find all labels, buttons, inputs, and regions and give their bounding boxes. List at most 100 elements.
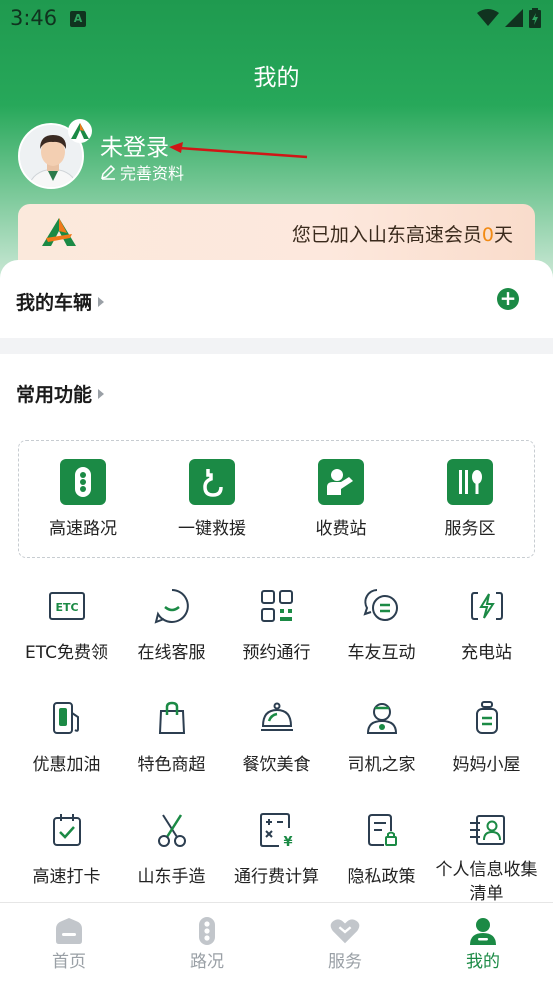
profile-header: 3:46 A 我的 未登录 完善资料 您已加入山东高速会员0天 xyxy=(0,0,553,300)
service-area-icon xyxy=(447,459,493,505)
feature-service-area[interactable]: 服务区 xyxy=(420,459,520,539)
feature-label: 高速路况 xyxy=(49,519,117,539)
privacy-doc-icon xyxy=(362,810,402,850)
charging-icon xyxy=(467,586,507,626)
function-label: 通行费计算 xyxy=(234,867,319,887)
bottom-tab-bar: 首页 路况 服务 我的 xyxy=(0,902,553,983)
tab-mine[interactable]: 我的 xyxy=(443,917,523,972)
function-customer-service[interactable]: 在线客服 xyxy=(119,586,224,663)
tab-label: 服务 xyxy=(328,952,362,972)
login-status[interactable]: 未登录 xyxy=(100,128,169,162)
function-charging[interactable]: 充电站 xyxy=(434,586,539,663)
function-label: 车友互动 xyxy=(347,643,416,663)
membership-suffix: 天 xyxy=(493,224,513,246)
heart-icon xyxy=(330,917,360,945)
function-checkin[interactable]: 高速打卡 xyxy=(14,810,119,887)
function-fuel[interactable]: 优惠加油 xyxy=(14,698,119,775)
svg-text:ETC: ETC xyxy=(55,601,78,614)
function-etc[interactable]: ETC ETC免费领 xyxy=(14,586,119,663)
brand-logo-icon xyxy=(42,218,76,246)
my-vehicles-section[interactable]: 我的车辆 + xyxy=(0,260,553,338)
traffic-light-icon xyxy=(192,917,222,945)
calculator-icon: ¥ xyxy=(257,810,297,850)
calendar-check-icon xyxy=(47,810,87,850)
feature-traffic[interactable]: 高速路况 xyxy=(33,459,133,539)
status-bar: 3:46 A xyxy=(0,0,553,38)
caret-right-icon xyxy=(98,296,105,307)
function-personal-info[interactable]: 个人信息收集清单 xyxy=(434,810,539,906)
membership-prefix: 您已加入山东高速会员 xyxy=(291,224,482,246)
common-functions-label: 常用功能 xyxy=(16,384,93,406)
function-label: 充电站 xyxy=(461,643,512,663)
function-toll-calculator[interactable]: ¥ 通行费计算 xyxy=(224,810,329,887)
chat-smile-icon xyxy=(152,586,192,626)
tab-label: 路况 xyxy=(190,952,224,972)
function-label: 特色商超 xyxy=(137,755,206,775)
function-label: 个人信息收集清单 xyxy=(435,860,538,904)
shopping-bag-icon xyxy=(152,698,192,738)
qr-code-icon xyxy=(257,586,297,626)
user-icon xyxy=(468,917,498,945)
function-label: 高速打卡 xyxy=(32,867,101,887)
complete-profile-label: 完善资料 xyxy=(120,164,185,183)
toll-station-icon xyxy=(318,459,364,505)
function-reservation[interactable]: 预约通行 xyxy=(224,586,329,663)
chat-bubbles-icon xyxy=(362,586,402,626)
feature-label: 收费站 xyxy=(315,519,367,539)
page-title: 我的 xyxy=(253,65,300,91)
function-food[interactable]: 餐饮美食 xyxy=(224,698,329,775)
function-label: 餐饮美食 xyxy=(242,755,311,775)
my-vehicles-label: 我的车辆 xyxy=(16,292,93,314)
tab-traffic[interactable]: 路况 xyxy=(167,917,247,972)
my-vehicles-title[interactable]: 我的车辆 xyxy=(16,288,105,315)
function-mother-room[interactable]: 妈妈小屋 xyxy=(434,698,539,775)
function-driver-home[interactable]: 司机之家 xyxy=(329,698,434,775)
common-functions-section: 常用功能 高速路况 一键救援 收费站 服务区 ETC ETC免费领 在线客服 预… xyxy=(0,354,553,904)
function-label: 山东手造 xyxy=(137,867,206,887)
function-label: 司机之家 xyxy=(347,755,416,775)
function-label: 妈妈小屋 xyxy=(452,755,521,775)
complete-profile-link[interactable]: 完善资料 xyxy=(100,160,184,184)
tab-label: 我的 xyxy=(466,952,500,972)
home-icon xyxy=(54,917,84,945)
function-label: 在线客服 xyxy=(137,643,206,663)
function-shop[interactable]: 特色商超 xyxy=(119,698,224,775)
driver-home-icon xyxy=(362,698,402,738)
personal-info-icon xyxy=(467,810,507,850)
app-notification-icon: A xyxy=(70,11,86,27)
membership-text: 您已加入山东高速会员0天 xyxy=(292,220,513,247)
traffic-light-icon xyxy=(60,459,106,505)
feature-label: 服务区 xyxy=(444,519,496,539)
status-time: 3:46 xyxy=(10,6,58,30)
rescue-hook-icon xyxy=(189,459,235,505)
brand-badge-icon xyxy=(68,119,92,143)
feature-label: 一键救援 xyxy=(178,519,246,539)
fuel-pump-icon xyxy=(47,698,87,738)
signal-icon xyxy=(505,9,523,27)
tab-services[interactable]: 服务 xyxy=(305,917,385,972)
add-vehicle-button[interactable]: + xyxy=(497,288,519,310)
feature-toll[interactable]: 收费站 xyxy=(291,459,391,539)
featured-functions: 高速路况 一键救援 收费站 服务区 xyxy=(18,440,535,558)
function-label: 优惠加油 xyxy=(32,755,101,775)
battery-icon xyxy=(529,8,541,28)
membership-days: 0 xyxy=(481,224,494,246)
baby-bottle-icon xyxy=(467,698,507,738)
etc-card-icon: ETC xyxy=(47,586,87,626)
scissors-icon xyxy=(152,810,192,850)
function-handicraft[interactable]: 山东手造 xyxy=(119,810,224,887)
function-label: ETC免费领 xyxy=(25,643,108,663)
svg-text:¥: ¥ xyxy=(283,835,292,848)
edit-icon xyxy=(100,164,116,180)
caret-right-icon xyxy=(98,388,105,399)
common-functions-title[interactable]: 常用功能 xyxy=(16,380,105,407)
tab-label: 首页 xyxy=(52,952,86,972)
tab-home[interactable]: 首页 xyxy=(29,917,109,972)
function-privacy[interactable]: 隐私政策 xyxy=(329,810,434,887)
feature-rescue[interactable]: 一键救援 xyxy=(162,459,262,539)
food-cloche-icon xyxy=(257,698,297,738)
function-label: 预约通行 xyxy=(242,643,311,663)
wifi-icon xyxy=(477,9,499,26)
annotation-arrow-icon xyxy=(169,142,308,159)
function-community[interactable]: 车友互动 xyxy=(329,586,434,663)
